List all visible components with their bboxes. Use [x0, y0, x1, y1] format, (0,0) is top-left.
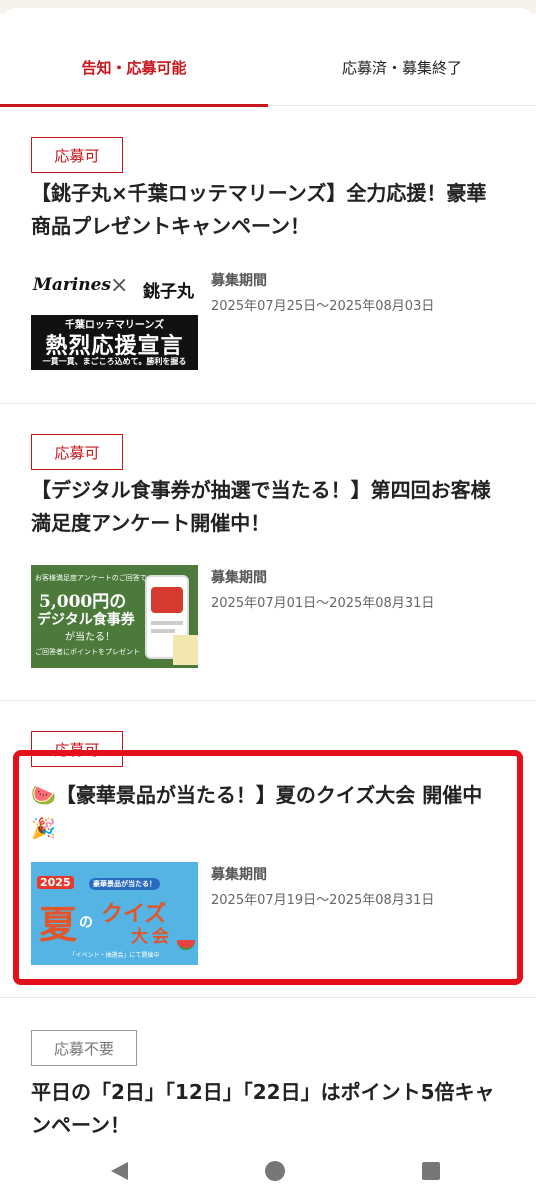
period-value: 2025年07月25日～2025年08月03日 [211, 299, 435, 314]
campaign-sheet: 告知・応募可能 応募済・募集終了 応募可 【銚子丸×千葉ロッテマリーンズ】全力応… [0, 8, 536, 1156]
quiz-title-summer: 夏 [39, 902, 78, 947]
status-badge: 応募不要 [31, 1030, 137, 1066]
period-value: 2025年07月19日～2025年08月31日 [211, 893, 435, 908]
survey-line-3: が当たる！ [65, 632, 115, 643]
tab-bar: 告知・応募可能 応募済・募集終了 [0, 28, 536, 107]
campaign-thumbnail: 2025 豪華景品が当たる！ 夏 の クイズ 大会 「イベント・抽選会」にて開催… [31, 862, 198, 965]
home-icon[interactable] [264, 1160, 286, 1182]
banner-tagline: 一貫一貫、まごころ込めて。勝利を握る [42, 357, 187, 366]
quiz-footer: 「イベント・抽選会」にて開催中 [69, 952, 160, 959]
survey-line-2: デジタル食事券 [37, 612, 135, 628]
campaign-card[interactable]: 応募可 🍉【豪華景品が当たる！】夏のクイズ大会 開催中🎉 2025 豪華景品が当… [0, 701, 536, 998]
status-badge: 応募可 [31, 434, 123, 470]
recents-icon[interactable] [420, 1160, 442, 1182]
tab-open-campaigns[interactable]: 告知・応募可能 [0, 28, 268, 107]
android-nav-bar [0, 1140, 536, 1202]
campaign-thumbnail: お客様満足度アンケートのご回答で 5,000円の デジタル食事券 が当たる！ ご… [31, 565, 198, 668]
campaign-title: 平日の「2日」「12日」「22日」はポイント5倍キャンペーン！ [31, 1080, 495, 1137]
quiz-title-taikai: 大会 [131, 927, 173, 947]
campaign-card[interactable]: 応募不要 平日の「2日」「12日」「22日」はポイント5倍キャンペーン！ [0, 998, 536, 1156]
period-label: 募集期間 [211, 867, 267, 883]
campaign-title: 【銚子丸×千葉ロッテマリーンズ】全力応援！豪華商品プレゼントキャンペーン！ [31, 181, 487, 238]
year-label: 2025 [37, 876, 74, 889]
campaign-thumbnail: Marines × 銚子丸 千葉ロッテマリーンズ 熱烈応援宣言 一貫一貫、まごこ… [31, 267, 198, 370]
status-badge: 応募可 [31, 137, 123, 173]
prize-ribbon: 豪華景品が当たる！ [89, 878, 160, 890]
status-badge: 応募可 [31, 731, 123, 767]
period-label: 募集期間 [211, 273, 267, 289]
survey-line-1: お客様満足度アンケートのご回答で [35, 574, 147, 582]
campaign-title: 【デジタル食事券が抽選で当たる！】第四回お客様満足度アンケート開催中！ [31, 478, 491, 535]
marines-logo: Marines [33, 275, 111, 295]
period-label: 募集期間 [211, 570, 267, 586]
period-value: 2025年07月01日～2025年08月31日 [211, 596, 435, 611]
back-icon[interactable] [108, 1160, 130, 1182]
choshimaru-logo: 銚子丸 [143, 282, 194, 302]
watermelon-icon [177, 940, 195, 950]
campaign-card[interactable]: 応募可 【銚子丸×千葉ロッテマリーンズ】全力応援！豪華商品プレゼントキャンペーン… [0, 107, 536, 404]
cross-mark: × [110, 273, 129, 298]
campaign-title: 🍉【豪華景品が当たる！】夏のクイズ大会 開催中🎉 [31, 783, 483, 840]
sushi-image [151, 587, 183, 613]
quiz-title-no: の [79, 915, 93, 931]
campaign-card[interactable]: 応募可 【デジタル食事券が抽選で当たる！】第四回お客様満足度アンケート開催中！ … [0, 404, 536, 701]
tab-closed-campaigns[interactable]: 応募済・募集終了 [268, 28, 536, 106]
sticky-note [173, 635, 198, 665]
survey-line-4: ご回答者にポイントをプレゼント [35, 648, 140, 656]
